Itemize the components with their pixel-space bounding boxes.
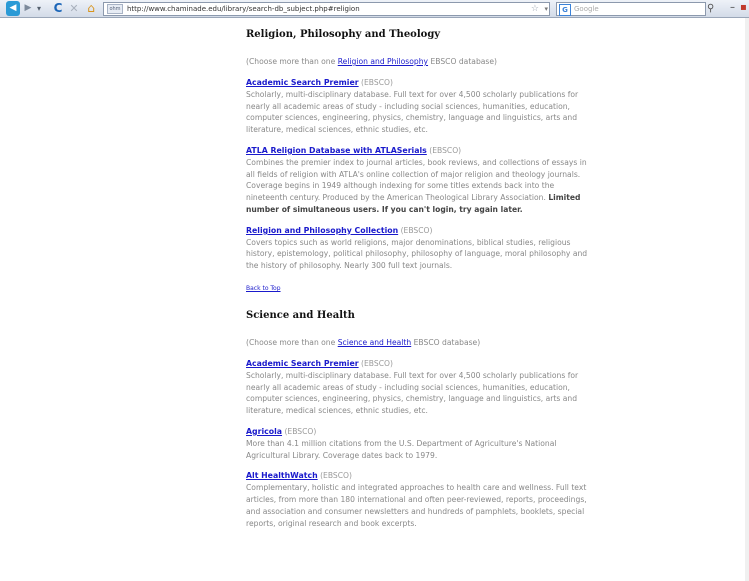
reload-icon[interactable]: C: [52, 1, 64, 16]
back-to-top-link[interactable]: Back to Top: [246, 283, 591, 293]
database-description: Scholarly, multi-disciplinary database. …: [246, 89, 579, 135]
section-title-science-health: Science and Health: [246, 309, 355, 321]
vendor-label: (EBSCO): [284, 426, 317, 436]
browser-toolbar: ◀ ▶ ▾ C ✕ ⌂ ohm http://www.chaminade.edu/…: [0, 0, 749, 18]
url-text: http://www.chaminade.edu/library/search-…: [127, 5, 360, 13]
minimize-icon[interactable]: –: [730, 1, 739, 14]
database-entry: ATLA Religion Database with ATLASerials …: [246, 145, 591, 216]
database-link-atla[interactable]: ATLA Religion Database with ATLASerials: [246, 146, 427, 155]
religion-philosophy-link[interactable]: Religion and Philosophy: [338, 57, 428, 66]
vendor-label: (EBSCO): [400, 225, 433, 235]
url-dropdown-icon[interactable]: ▾: [544, 3, 548, 15]
search-placeholder: Google: [574, 5, 599, 13]
database-description: Complementary, holistic and integrated a…: [246, 483, 587, 528]
back-icon[interactable]: ◀: [6, 1, 20, 16]
history-dropdown-icon[interactable]: ▾: [35, 1, 43, 16]
science-health-link[interactable]: Science and Health: [338, 338, 412, 347]
vendor-label: (EBSCO): [361, 78, 393, 87]
database-description: Scholarly, multi-disciplinary database. …: [246, 370, 579, 416]
search-field[interactable]: G Google: [556, 2, 706, 16]
section-title-religion: Religion, Philosophy and Theology: [246, 29, 441, 40]
database-entry: Alt HealthWatch (EBSCO) Complementary, h…: [246, 470, 591, 529]
database-link-alt-healthwatch[interactable]: Alt HealthWatch: [246, 471, 318, 480]
database-entry: Religion and Philosophy Collection (EBSC…: [246, 225, 591, 272]
search-magnifier-icon[interactable]: ⚲: [707, 2, 721, 15]
database-entry: Agricola (EBSCO) More than 4.1 million c…: [246, 426, 591, 461]
database-entry: Academic Search Premier (EBSCO) Scholarl…: [246, 358, 591, 417]
database-link-academic-search-premier[interactable]: Academic Search Premier: [246, 359, 359, 368]
site-identity-badge[interactable]: ohm: [107, 4, 123, 14]
forward-icon[interactable]: ▶: [22, 1, 34, 16]
page-content: Religion, Philosophy and Theology (Choos…: [246, 28, 591, 529]
database-description: Covers topics such as world religions, m…: [246, 237, 588, 271]
database-link-agricola[interactable]: Agricola: [246, 427, 282, 436]
choose-note-science: (Choose more than one Science and Health…: [246, 337, 481, 347]
choose-note-religion: (Choose more than one Religion and Philo…: [246, 57, 498, 66]
home-icon[interactable]: ⌂: [84, 1, 98, 16]
database-link-religion-philosophy-collection[interactable]: Religion and Philosophy Collection: [246, 226, 398, 235]
vendor-label: (EBSCO): [361, 358, 393, 368]
database-entry: Academic Search Premier (EBSCO) Scholarl…: [246, 77, 591, 136]
vendor-label: (EBSCO): [320, 471, 352, 481]
database-link-academic-search-premier[interactable]: Academic Search Premier: [246, 78, 359, 87]
database-description: More than 4.1 million citations from the…: [246, 438, 557, 460]
scrollbar[interactable]: [745, 18, 749, 581]
stop-icon[interactable]: ✕: [68, 1, 80, 16]
maximize-icon[interactable]: ▪: [740, 1, 749, 14]
search-engine-icon[interactable]: G: [559, 4, 571, 16]
address-bar[interactable]: ohm http://www.chaminade.edu/library/sear…: [103, 2, 550, 16]
vendor-label: (EBSCO): [429, 145, 462, 155]
bookmark-star-icon[interactable]: ☆: [531, 3, 539, 15]
database-description: Combines the premier index to journal ar…: [246, 157, 587, 203]
